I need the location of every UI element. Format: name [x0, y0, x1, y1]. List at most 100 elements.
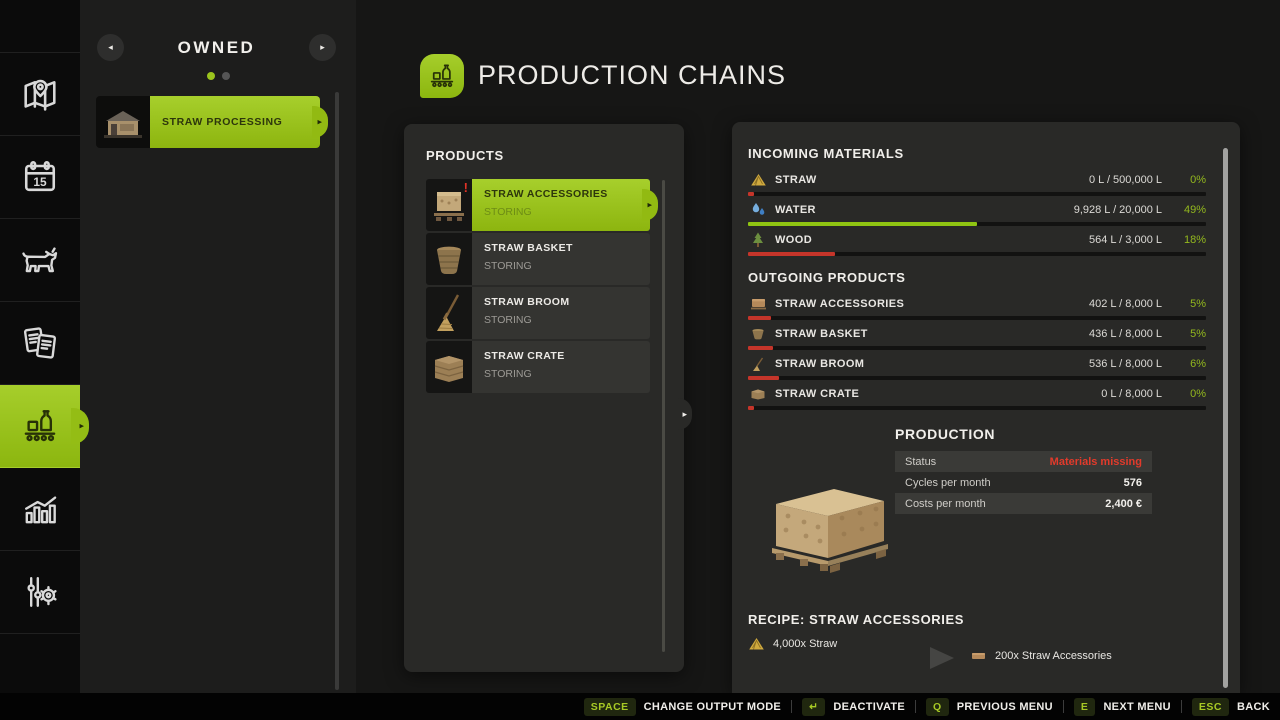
product-name: STRAW BROOM [484, 296, 650, 308]
material-percent: 18% [1162, 234, 1206, 246]
sidebar-item-production-chains[interactable]: ▸ [0, 385, 80, 468]
recipe-row: 4,000x Straw 200x Straw Accessories [748, 637, 1206, 681]
fill-bar [748, 192, 1206, 196]
tree-icon [748, 232, 768, 248]
calendar-icon: 15 [18, 155, 62, 199]
straw-icon [748, 173, 768, 187]
action-change-output-mode[interactable]: SPACE CHANGE OUTPUT MODE [584, 698, 781, 716]
product-item-straw-basket[interactable]: STRAW BASKET STORING [426, 233, 650, 285]
straw-icon [748, 637, 765, 651]
product-percent: 6% [1162, 358, 1206, 370]
action-deactivate[interactable]: ↵ DEACTIVATE [802, 698, 905, 716]
action-label: NEXT MENU [1103, 701, 1170, 713]
recipe-input: 4,000x Straw [748, 637, 837, 651]
product-thumbnail [426, 341, 472, 393]
products-scrollbar[interactable] [662, 180, 665, 652]
active-tab-arrow-icon: ▸ [79, 421, 84, 432]
plate-arrow-icon: ▸ [647, 200, 652, 211]
map-icon [18, 72, 62, 116]
action-label: PREVIOUS MENU [957, 701, 1053, 713]
sidebar-item-animals[interactable] [0, 219, 80, 302]
product-image [764, 480, 892, 580]
owned-scrollbar[interactable] [335, 92, 339, 690]
fill-bar [748, 252, 1206, 256]
fill-bar [748, 346, 1206, 350]
svg-text:15: 15 [33, 175, 47, 189]
product-status: STORING [484, 260, 650, 272]
sidebar-item-map[interactable] [0, 53, 80, 136]
product-status: STORING [484, 368, 650, 380]
detail-scrollbar[interactable] [1223, 148, 1228, 688]
fill-bar-value [748, 406, 754, 410]
product-name: STRAW ACCESSORIES [775, 298, 904, 310]
product-name: STRAW CRATE [775, 388, 859, 400]
recipe-input-label: 4,000x Straw [773, 638, 837, 650]
product-item-straw-crate[interactable]: STRAW CRATE STORING [426, 341, 650, 393]
page-dot-active [207, 72, 215, 80]
page-dot-inactive [222, 72, 230, 80]
divider [791, 700, 792, 713]
owned-next-button[interactable]: ▸ [309, 34, 336, 61]
action-previous-menu[interactable]: Q PREVIOUS MENU [926, 698, 1053, 716]
product-plate: STRAW CRATE STORING [472, 341, 650, 393]
esc-key-badge: ESC [1192, 698, 1229, 716]
documents-icon [18, 321, 62, 365]
product-row-straw-broom: STRAW BROOM 536 L / 8,000 L 6% [748, 355, 1206, 380]
action-back[interactable]: ESC BACK [1192, 698, 1270, 716]
page-title: PRODUCTION CHAINS [478, 60, 786, 91]
product-row-straw-crate: STRAW CRATE 0 L / 8,000 L 0% [748, 385, 1206, 410]
action-next-menu[interactable]: E NEXT MENU [1074, 698, 1171, 716]
production-table: Status Materials missing Cycles per mont… [895, 451, 1152, 514]
product-name: STRAW BROOM [775, 358, 864, 370]
recipe-title: RECIPE: STRAW ACCESSORIES [748, 612, 1206, 627]
owned-item-straw-processing[interactable]: STRAW PROCESSING ▸ [96, 96, 320, 148]
cycles-value: 576 [1124, 477, 1142, 489]
product-amount: 0 L / 8,000 L [1101, 388, 1162, 400]
recipe-output-label: 200x Straw Accessories [995, 650, 1112, 662]
keybind-bar: SPACE CHANGE OUTPUT MODE ↵ DEACTIVATE Q … [0, 693, 1280, 720]
products-panel: PRODUCTS ! STRAW ACCESSORIES STORING ▸ [404, 124, 684, 672]
recipe-arrow-icon [930, 647, 954, 669]
owned-prev-button[interactable]: ◂ [97, 34, 124, 61]
left-arrow-icon: ◂ [108, 42, 113, 53]
q-key-badge: Q [926, 698, 949, 716]
sidebar-item-calendar[interactable]: 15 [0, 136, 80, 219]
production-section: PRODUCTION Status Materials missing Cycl… [748, 426, 1206, 596]
sidebar-spacer [0, 0, 80, 53]
product-plate: STRAW BROOM STORING [472, 287, 650, 339]
costs-value: 2,400 € [1105, 498, 1142, 510]
owned-item-plate: STRAW PROCESSING ▸ [150, 96, 320, 148]
fill-bar [748, 406, 1206, 410]
fill-bar [748, 222, 1206, 226]
space-key-badge: SPACE [584, 698, 636, 716]
facility-thumbnail [96, 96, 150, 148]
material-amount: 0 L / 500,000 L [1089, 174, 1162, 186]
material-percent: 0% [1162, 174, 1206, 186]
product-plate: STRAW ACCESSORIES STORING ▸ [472, 179, 650, 231]
product-item-straw-accessories[interactable]: ! STRAW ACCESSORIES STORING ▸ [426, 179, 650, 231]
water-icon [748, 202, 768, 218]
status-value: Materials missing [1050, 456, 1142, 468]
product-amount: 402 L / 8,000 L [1089, 298, 1162, 310]
sidebar-item-prices[interactable] [0, 302, 80, 385]
product-item-straw-broom[interactable]: STRAW BROOM STORING [426, 287, 650, 339]
material-amount: 9,928 L / 20,000 L [1074, 204, 1162, 216]
sidebar-item-settings[interactable] [0, 551, 80, 634]
divider [1181, 700, 1182, 713]
cow-icon [18, 238, 62, 282]
production-chains-icon [426, 60, 458, 92]
sidebar-item-statistics[interactable] [0, 468, 80, 551]
alert-icon: ! [464, 180, 468, 195]
products-title: PRODUCTS [404, 124, 684, 163]
straw-broom-icon [748, 357, 768, 372]
owned-panel: ◂ OWNED ▸ STRAW PROCESSING ▸ [80, 0, 356, 720]
product-percent: 5% [1162, 298, 1206, 310]
right-arrow-icon: ▸ [320, 42, 325, 53]
product-name: STRAW ACCESSORIES [484, 188, 650, 200]
material-row-wood: WOOD 564 L / 3,000 L 18% [748, 231, 1206, 256]
divider [1063, 700, 1064, 713]
action-label: DEACTIVATE [833, 701, 905, 713]
material-percent: 49% [1162, 204, 1206, 216]
material-amount: 564 L / 3,000 L [1089, 234, 1162, 246]
material-name: WOOD [775, 234, 812, 246]
